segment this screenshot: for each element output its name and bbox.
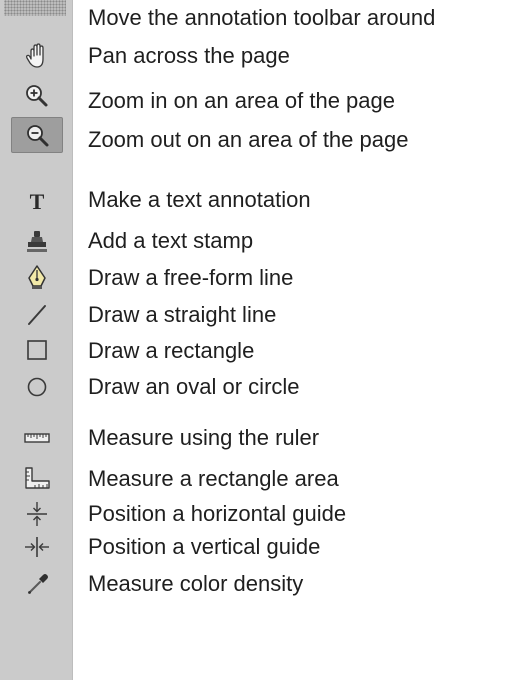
tool-description: Draw a free-form line [88,265,294,290]
svg-text:T: T [29,189,44,214]
tool-description: Zoom out on an area of the page [88,127,409,152]
ruler-tool-button[interactable] [0,421,73,455]
tool-description: Zoom in on an area of the page [88,88,395,113]
zoom-out-icon [27,125,49,147]
line-icon [27,305,46,325]
tool-description: Draw a rectangle [88,338,255,363]
tool-description: Draw an oval or circle [88,374,300,399]
tool-description: Pan across the page [88,43,290,68]
tool-description: Measure using the ruler [88,425,320,450]
grip-icon[interactable] [4,0,66,16]
zoom-out-tool-button[interactable] [11,117,63,153]
rectangle-icon [26,340,47,360]
tool-description: Position a horizontal guide [88,501,347,526]
oval-tool-button[interactable] [0,370,73,404]
tool-description: Add a text stamp [88,228,254,253]
tool-description: Position a vertical guide [88,534,321,559]
ruler-icon [23,433,50,443]
pen-tool-button[interactable] [0,261,73,295]
horizontal-guide-icon [26,502,47,526]
tool-description: Move the annotation toolbar around [88,5,436,30]
stamp-icon [26,231,47,252]
hand-tool-button[interactable] [0,39,73,73]
text-icon: T [29,189,44,214]
annotation-toolbar: T [0,0,73,680]
hand-icon [25,43,44,68]
vertical-guide-icon [24,537,49,557]
eyedropper-tool-button[interactable] [0,567,73,601]
zoom-in-tool-button[interactable] [0,79,73,113]
oval-icon [27,377,46,397]
text-tool-button[interactable]: T [0,184,73,218]
eyedropper-icon [27,574,48,594]
tool-description: Measure color density [88,571,304,596]
pen-icon [27,265,46,289]
line-tool-button[interactable] [0,298,73,332]
area-ruler-tool-button[interactable] [0,462,73,496]
tool-description: Draw a straight line [88,302,277,327]
tool-description: Measure a rectangle area [88,466,339,491]
vertical-guide-tool-button[interactable] [0,530,73,564]
stamp-tool-button[interactable] [0,225,73,259]
horizontal-guide-tool-button[interactable] [0,497,73,531]
area-ruler-icon [24,467,50,489]
tool-description: Make a text annotation [88,187,311,212]
zoom-in-icon [25,85,47,107]
rectangle-tool-button[interactable] [0,333,73,367]
